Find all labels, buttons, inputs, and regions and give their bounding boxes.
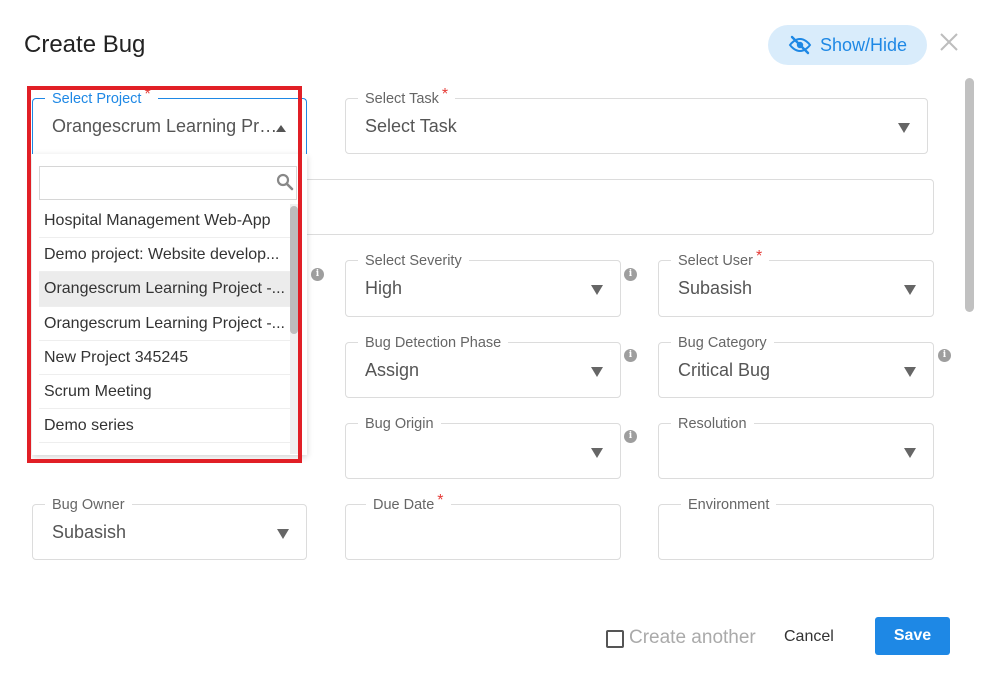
environment-field[interactable]: Environment <box>658 496 934 560</box>
close-icon <box>940 33 958 51</box>
select-user-field[interactable]: Select User * Subasish <box>658 248 934 317</box>
save-button[interactable]: Save <box>875 617 950 655</box>
caret-down-icon <box>591 448 603 458</box>
info-icon[interactable]: i <box>624 268 637 281</box>
info-icon[interactable]: i <box>624 430 637 443</box>
bug-category-field[interactable]: Bug Category Critical Bug <box>658 334 934 398</box>
bug-detection-phase-field[interactable]: Bug Detection Phase Assign <box>345 334 621 398</box>
highlight-box <box>27 86 302 463</box>
bug-origin-field[interactable]: Bug Origin <box>345 415 621 479</box>
select-task-label: Select Task * <box>358 86 456 108</box>
eye-slash-icon <box>788 35 812 55</box>
caret-down-icon <box>591 367 603 377</box>
bug-owner-value: Subasish <box>52 522 127 542</box>
resolution-field[interactable]: Resolution <box>658 415 934 479</box>
caret-down-icon <box>898 123 910 133</box>
info-icon[interactable]: i <box>938 349 951 362</box>
select-task-value: Select Task <box>365 116 457 136</box>
caret-down-icon <box>904 448 916 458</box>
select-user-value: Subasish <box>678 278 753 298</box>
caret-down-icon <box>904 285 916 295</box>
due-date-field[interactable]: Due Date * <box>345 492 621 560</box>
select-severity-value: High <box>365 278 403 298</box>
required-marker: * <box>441 86 449 103</box>
due-date-label: Due Date * <box>366 492 451 514</box>
info-icon[interactable]: i <box>624 349 637 362</box>
bug-category-value: Critical Bug <box>678 360 771 380</box>
required-marker: * <box>755 248 763 265</box>
required-marker: * <box>437 492 444 509</box>
dialog-scrollbar-thumb[interactable] <box>965 78 974 312</box>
select-severity-field[interactable]: Select Severity High <box>345 252 621 317</box>
dialog-title: Create Bug <box>24 31 146 58</box>
select-severity-label: Select Severity <box>358 252 469 270</box>
create-another-checkbox[interactable] <box>606 630 624 648</box>
bug-detection-phase-value: Assign <box>365 360 420 380</box>
cancel-button[interactable]: Cancel <box>784 628 834 646</box>
show-hide-label: Show/Hide <box>819 34 908 55</box>
info-icon[interactable]: i <box>311 268 324 281</box>
resolution-label: Resolution <box>671 415 754 433</box>
bug-owner-label: Bug Owner <box>45 496 132 514</box>
select-user-label: Select User * <box>671 248 770 270</box>
bug-owner-field[interactable]: Bug Owner Subasish <box>32 496 307 560</box>
caret-down-icon <box>591 285 603 295</box>
caret-down-icon <box>277 529 289 539</box>
bug-origin-label: Bug Origin <box>358 415 441 433</box>
select-task-field[interactable]: Select Task * Select Task <box>345 86 928 154</box>
bug-detection-phase-label: Bug Detection Phase <box>358 334 509 352</box>
create-another-label[interactable]: Create another <box>629 627 756 649</box>
show-hide-button[interactable]: Show/Hide <box>768 25 927 65</box>
bug-category-label: Bug Category <box>671 334 774 352</box>
caret-down-icon <box>904 367 916 377</box>
close-button[interactable] <box>937 30 961 54</box>
environment-label: Environment <box>681 496 777 514</box>
